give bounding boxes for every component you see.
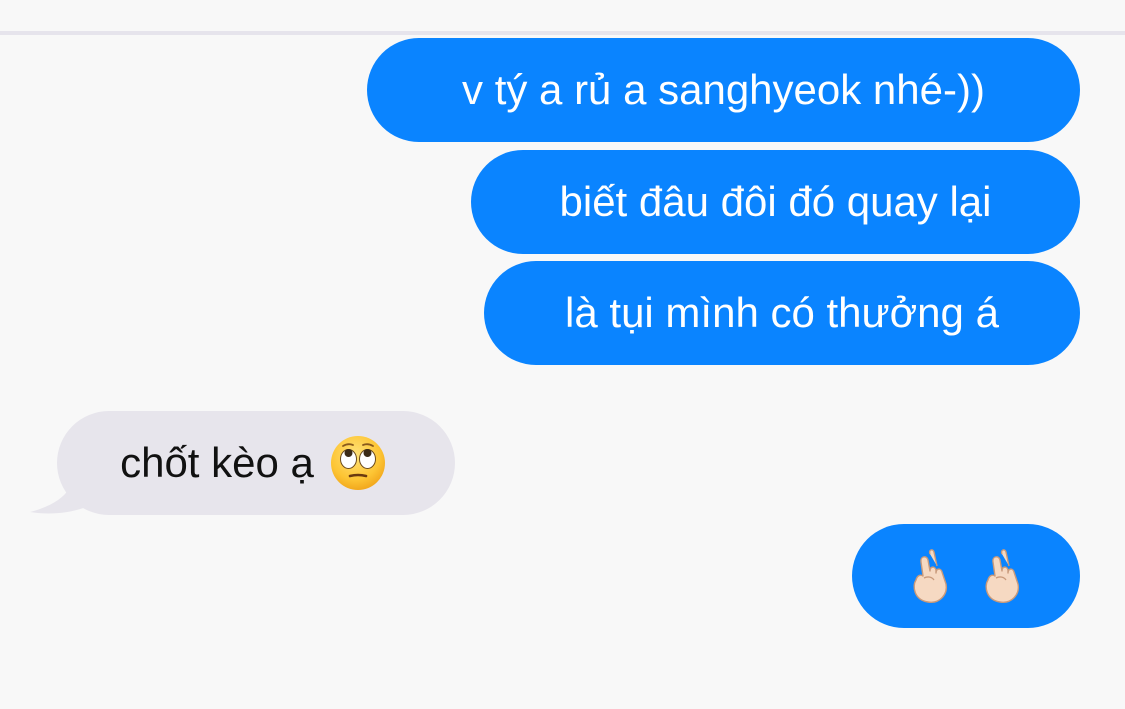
hand-with-index-and-thumb-crossed-icon bbox=[913, 549, 947, 603]
message-text: biết đâu đôi đó quay lại bbox=[559, 178, 992, 225]
outgoing-message-bubble[interactable]: là tụi mình có thưởng á bbox=[484, 261, 1080, 365]
outgoing-message-bubble[interactable]: biết đâu đôi đó quay lại bbox=[471, 150, 1080, 254]
message-text: là tụi mình có thưởng á bbox=[565, 289, 999, 336]
message-text: v tý a rủ a sanghyeok nhé-)) bbox=[462, 66, 985, 113]
message-thread: v tý a rủ a sanghyeok nhé-)) biết đâu đô… bbox=[0, 0, 1125, 709]
face-with-rolling-eyes-icon bbox=[330, 436, 385, 490]
hand-with-index-and-thumb-crossed-icon bbox=[985, 549, 1019, 603]
emoji-row bbox=[906, 546, 1026, 606]
message-text: chốt kèo ạ bbox=[120, 439, 314, 486]
outgoing-message-bubble[interactable]: v tý a rủ a sanghyeok nhé-)) bbox=[367, 38, 1080, 142]
header-divider bbox=[0, 31, 1125, 35]
outgoing-message-bubble[interactable] bbox=[852, 524, 1080, 628]
incoming-message-bubble[interactable]: chốt kèo ạ bbox=[57, 411, 455, 515]
